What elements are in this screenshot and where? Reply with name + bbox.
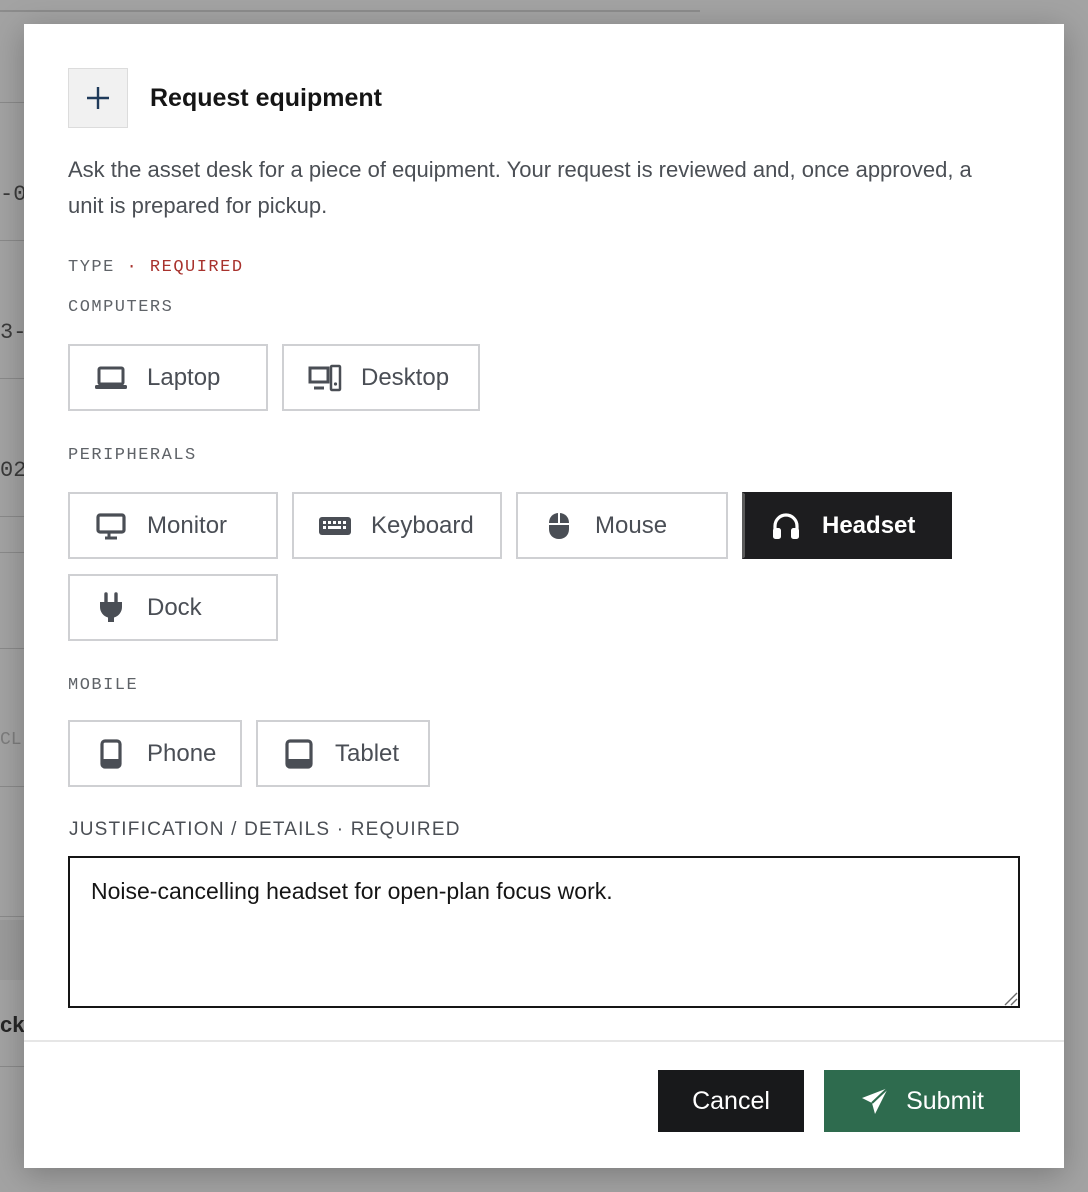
group-label-computers: COMPUTERS bbox=[68, 298, 174, 317]
option-monitor[interactable]: Monitor bbox=[68, 492, 278, 559]
send-icon bbox=[860, 1086, 890, 1116]
option-label: Tablet bbox=[335, 739, 400, 767]
mouse-icon bbox=[542, 509, 576, 543]
submit-button[interactable]: Submit bbox=[824, 1070, 1020, 1132]
option-label: Dock bbox=[147, 593, 202, 621]
option-label: Laptop bbox=[147, 363, 221, 391]
cancel-button[interactable]: Cancel bbox=[658, 1070, 804, 1132]
option-label: Headset bbox=[822, 511, 916, 539]
option-keyboard[interactable]: Keyboard bbox=[292, 492, 502, 559]
type-label: TYPE bbox=[68, 258, 115, 277]
type-separator: · bbox=[114, 258, 150, 277]
monitor-icon bbox=[94, 509, 128, 543]
background-text-fragment: 3- bbox=[0, 320, 26, 345]
option-tablet[interactable]: Tablet bbox=[256, 720, 430, 787]
background-row bbox=[0, 920, 26, 980]
option-headset[interactable]: Headset bbox=[742, 492, 952, 559]
request-equipment-dialog: Request equipment Ask the asset desk for… bbox=[24, 24, 1064, 1168]
dialog-description: Ask the asset desk for a piece of equipm… bbox=[68, 157, 972, 218]
dialog-header: Request equipment bbox=[68, 68, 382, 128]
dialog-title: Request equipment bbox=[150, 83, 382, 112]
justification-textarea[interactable]: Noise-cancelling headset for open-plan f… bbox=[68, 856, 1020, 1008]
type-field-label: TYPE · REQUIRED bbox=[68, 258, 244, 277]
background-text-fragment: ck bbox=[0, 1012, 25, 1037]
headset-icon bbox=[769, 509, 803, 543]
footer-divider bbox=[24, 1040, 1064, 1042]
background-text-fragment: CL bbox=[0, 730, 22, 750]
laptop-icon bbox=[94, 361, 128, 395]
option-label: Keyboard bbox=[371, 511, 474, 539]
justification-label: JUSTIFICATION / DETAILS · REQUIRED bbox=[69, 819, 461, 840]
option-label: Phone bbox=[147, 739, 217, 767]
desktop-icon bbox=[308, 361, 342, 395]
keyboard-icon bbox=[318, 509, 352, 543]
background-text-fragment: -0 bbox=[0, 182, 26, 207]
option-label: Mouse bbox=[595, 511, 668, 539]
group-label-mobile: MOBILE bbox=[68, 676, 139, 695]
tablet-icon bbox=[282, 737, 316, 771]
plus-icon bbox=[68, 68, 128, 128]
option-label: Monitor bbox=[147, 511, 228, 539]
submit-button-label: Submit bbox=[906, 1086, 984, 1115]
cancel-button-label: Cancel bbox=[692, 1086, 770, 1115]
group-label-peripherals: PERIPHERALS bbox=[68, 446, 197, 465]
required-marker: REQUIRED bbox=[149, 258, 244, 277]
option-laptop[interactable]: Laptop bbox=[68, 344, 268, 411]
option-mouse[interactable]: Mouse bbox=[516, 492, 728, 559]
option-phone[interactable]: Phone bbox=[68, 720, 242, 787]
option-label: Desktop bbox=[361, 363, 450, 391]
option-desktop[interactable]: Desktop bbox=[282, 344, 480, 411]
phone-icon bbox=[94, 737, 128, 771]
background-divider bbox=[0, 10, 700, 12]
background-text-fragment: 023 bbox=[0, 458, 26, 483]
plug-icon bbox=[94, 591, 128, 625]
option-dock[interactable]: Dock bbox=[68, 574, 278, 641]
